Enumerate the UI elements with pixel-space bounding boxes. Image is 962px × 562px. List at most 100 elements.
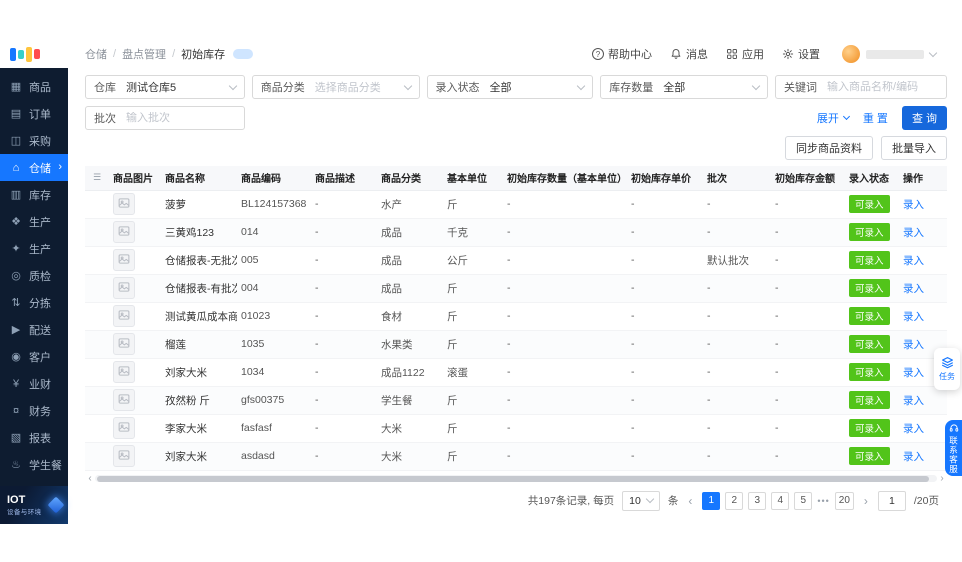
- entry-action-link[interactable]: 录入: [903, 451, 924, 463]
- entry-action-link[interactable]: 录入: [903, 339, 924, 351]
- sidebar-item-warehouse[interactable]: ⌂ 仓储 ›: [0, 154, 68, 181]
- nav-bell[interactable]: 消息: [670, 46, 708, 62]
- scroll-right-icon[interactable]: ›: [937, 473, 947, 485]
- product-image-cell: [109, 274, 161, 303]
- cell-code: fasfasf: [237, 414, 311, 443]
- reset-button[interactable]: 重 置: [863, 110, 888, 126]
- orders-icon: ▤: [10, 108, 22, 120]
- page-button[interactable]: 4: [771, 491, 790, 510]
- sidebar-item-delivery[interactable]: ▶ 配送: [0, 316, 68, 343]
- sidebar-item-production[interactable]: ❖ 生产: [0, 208, 68, 235]
- page-button[interactable]: 5: [794, 491, 813, 510]
- page-button[interactable]: 3: [748, 491, 767, 510]
- entry-action-link[interactable]: 录入: [903, 283, 924, 295]
- cell-unit: 斤: [443, 302, 503, 331]
- nav-help[interactable]: ? 帮助中心: [592, 46, 652, 62]
- sidebar-item-orders[interactable]: ▤ 订单: [0, 100, 68, 127]
- filter-input[interactable]: [827, 81, 939, 93]
- entry-action-link[interactable]: 录入: [903, 367, 924, 379]
- user-menu[interactable]: [842, 45, 938, 63]
- help-icon: ?: [592, 48, 604, 60]
- product-image-placeholder: [113, 417, 135, 439]
- batch-import-button[interactable]: 批量导入: [881, 136, 947, 160]
- expand-filters-button[interactable]: 展开: [817, 110, 850, 126]
- cube-icon: [47, 496, 64, 514]
- sidebar-item-goods[interactable]: ▦ 商品: [0, 73, 68, 100]
- cell-desc: -: [311, 274, 377, 303]
- layers-icon: [941, 357, 953, 369]
- filter-stock-qty[interactable]: 库存数量 全部: [600, 75, 769, 99]
- horizontal-scrollbar[interactable]: ‹ ›: [85, 473, 947, 485]
- filter-batch[interactable]: 批次: [85, 106, 245, 130]
- filter-bar-row1: 仓库 测试仓库5 商品分类 选择商品分类 录入状态 全部 库存数量 全部 关键词: [85, 75, 948, 99]
- column-settings-icon[interactable]: ☰: [85, 166, 109, 191]
- entry-action-link[interactable]: 录入: [903, 423, 924, 435]
- search-button[interactable]: 查 询: [901, 106, 947, 130]
- filter-keyword[interactable]: 关键词: [775, 75, 948, 99]
- filter-entry-status[interactable]: 录入状态 全部: [426, 75, 594, 99]
- sidebar-item-label: 订单: [29, 108, 51, 121]
- cell-category: 食材: [377, 302, 443, 331]
- iot-widget[interactable]: IOT 设备与环境: [0, 486, 68, 524]
- finance-icon: ¤: [12, 404, 20, 417]
- prev-page-button[interactable]: ‹: [686, 494, 694, 508]
- cell-category: 成品: [377, 274, 443, 303]
- page-size-select[interactable]: 10: [622, 490, 660, 511]
- cell-name: 刘家大米: [161, 358, 237, 387]
- nav-gear[interactable]: 设置: [782, 46, 820, 62]
- cell-unit: 斤: [443, 274, 503, 303]
- sidebar-item-purchase[interactable]: ◫ 采购: [0, 127, 68, 154]
- filter-warehouse[interactable]: 仓库 测试仓库5: [85, 75, 245, 99]
- cell-qty: -: [503, 274, 627, 303]
- page-buttons: 1 2 3 4 5 ••• 20: [702, 491, 854, 510]
- user-avatar[interactable]: [842, 45, 860, 63]
- action-cell: 录入: [899, 274, 947, 303]
- cell-code: asdasd: [237, 442, 311, 471]
- sidebar-item-business-finance[interactable]: ¥ 业财: [0, 370, 68, 397]
- sidebar-item-inventory[interactable]: ▥ 库存: [0, 181, 68, 208]
- sidebar-item-reports[interactable]: ▧ 报表: [0, 424, 68, 451]
- page-button[interactable]: 1: [702, 491, 721, 510]
- next-page-button[interactable]: ›: [862, 494, 870, 508]
- cell-amount: -: [771, 218, 845, 247]
- product-image-placeholder: [113, 333, 135, 355]
- scrollbar-track[interactable]: [95, 475, 937, 482]
- breadcrumb-item[interactable]: 盘点管理: [122, 46, 166, 62]
- cell-batch: -: [703, 358, 771, 387]
- cell-qty: -: [503, 442, 627, 471]
- column-header: 基本单位: [443, 166, 503, 191]
- scroll-left-icon[interactable]: ‹: [85, 473, 95, 485]
- nav-apps[interactable]: 应用: [726, 46, 764, 62]
- status-cell: 可录入: [845, 330, 899, 359]
- cell-price: -: [627, 218, 703, 247]
- contact-support-button[interactable]: 联系客服: [945, 420, 962, 476]
- cell-price: -: [627, 274, 703, 303]
- entry-action-link[interactable]: 录入: [903, 311, 924, 323]
- sidebar-item-finance[interactable]: ¤ 财务: [0, 397, 68, 424]
- sidebar-item-production-2[interactable]: ✦ 生产: [0, 235, 68, 262]
- image-icon: [118, 337, 130, 352]
- tasks-widget[interactable]: 任务: [934, 348, 960, 390]
- production-icon: ❖: [11, 216, 21, 228]
- breadcrumb-item[interactable]: 仓储: [85, 46, 107, 62]
- page-button[interactable]: 2: [725, 491, 744, 510]
- sidebar-item-customers[interactable]: ◉ 客户: [0, 343, 68, 370]
- sidebar-item-sorting[interactable]: ⇅ 分拣: [0, 289, 68, 316]
- filter-input[interactable]: [126, 112, 236, 124]
- sync-products-button[interactable]: 同步商品资料: [785, 136, 873, 160]
- row-spacer: [85, 386, 109, 415]
- page-jump-input[interactable]: [877, 490, 906, 511]
- sidebar-item-student-meal[interactable]: ♨ 学生餐: [0, 451, 68, 478]
- entry-action-link[interactable]: 录入: [903, 395, 924, 407]
- entry-action-link[interactable]: 录入: [903, 199, 924, 211]
- scrollbar-thumb[interactable]: [97, 475, 929, 482]
- sidebar-item-quality[interactable]: ◎ 质检: [0, 262, 68, 289]
- page-ellipsis: •••: [817, 495, 830, 506]
- entry-action-link[interactable]: 录入: [903, 255, 924, 267]
- cell-code: 005: [237, 246, 311, 275]
- entry-action-link[interactable]: 录入: [903, 227, 924, 239]
- sidebar-item-label: 仓储: [29, 162, 51, 175]
- filter-category[interactable]: 商品分类 选择商品分类: [251, 75, 420, 99]
- table-row: 刘家大米 1034- 成品1122 滚蛋 - - - - 可录入 录入: [85, 358, 947, 387]
- page-button[interactable]: 20: [834, 491, 854, 510]
